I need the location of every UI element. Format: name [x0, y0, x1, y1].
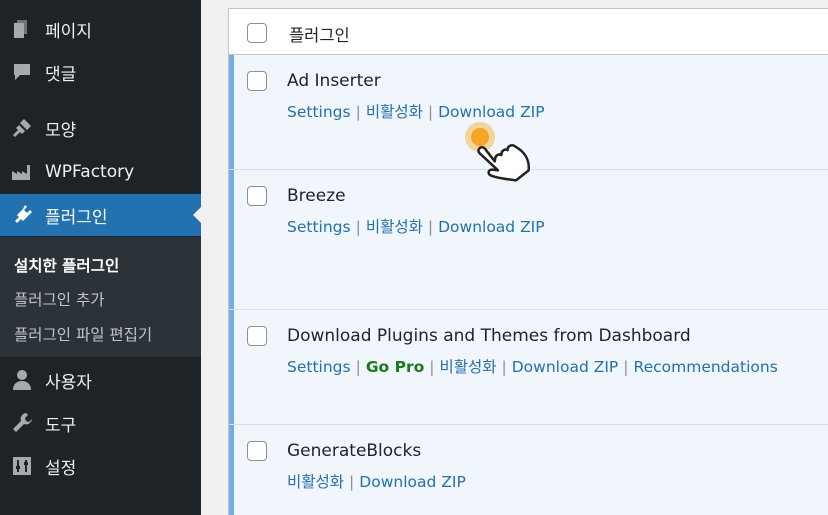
plugins-icon: [10, 203, 34, 227]
row-checkbox[interactable]: [247, 441, 267, 461]
plugin-name: Ad Inserter: [287, 71, 381, 91]
sidebar-item-pages[interactable]: 페이지: [0, 8, 201, 50]
go-pro-link[interactable]: Go Pro: [366, 358, 424, 376]
sidebar-item-tools[interactable]: 도구: [0, 402, 201, 444]
appearance-icon: [10, 116, 34, 140]
sidebar-item-label: 댓글: [45, 64, 77, 85]
sidebar-item-label: 사용자: [45, 372, 92, 393]
sidebar-item-label: 플러그인: [45, 207, 108, 228]
hand-cursor-icon: [477, 144, 531, 182]
sidebar-item-label: 도구: [45, 415, 77, 436]
row-checkbox[interactable]: [247, 186, 267, 206]
table-row: GenerateBlocks 비활성화 | Download ZIP: [229, 425, 828, 515]
submenu-add-plugin[interactable]: 플러그인 추가: [14, 288, 105, 310]
sidebar-item-wpfactory[interactable]: WPFactory: [0, 151, 201, 193]
submenu-plugin-file-editor[interactable]: 플러그인 파일 편집기: [14, 323, 152, 345]
download-zip-link[interactable]: Download ZIP: [438, 218, 545, 236]
download-zip-link[interactable]: Download ZIP: [438, 103, 545, 121]
settings-link[interactable]: Settings: [287, 358, 351, 376]
row-actions: Settings | 비활성화 | Download ZIP: [287, 103, 545, 121]
settings-link[interactable]: Settings: [287, 103, 351, 121]
submenu-installed-plugins[interactable]: 설치한 플러그인: [14, 254, 119, 276]
sidebar-item-label: WPFactory: [45, 162, 135, 182]
main-content: 플러그인 Ad Inserter Settings | 비활성화 | Download …: [201, 0, 828, 515]
deactivate-link[interactable]: 비활성화: [366, 218, 423, 236]
sidebar-item-label: 페이지: [45, 21, 92, 42]
sidebar-item-settings[interactable]: 설정: [0, 445, 201, 487]
admin-sidebar: 페이지 댓글 모양 WPFactory 플러그인 설치한 플러그인 플러그인 추…: [0, 0, 201, 515]
plugin-name: Breeze: [287, 186, 346, 206]
settings-link[interactable]: Settings: [287, 218, 351, 236]
column-header-plugin: 플러그인: [289, 26, 350, 45]
deactivate-link[interactable]: 비활성화: [366, 103, 423, 121]
row-actions: Settings | Go Pro | 비활성화 | Download ZIP | Recomm…: [287, 358, 778, 376]
row-checkbox[interactable]: [247, 326, 267, 346]
sidebar-item-appearance[interactable]: 모양: [0, 107, 201, 149]
sidebar-item-users[interactable]: 사용자: [0, 359, 201, 401]
sidebar-item-plugins[interactable]: 플러그인: [0, 194, 201, 236]
row-actions: Settings | 비활성화 | Download ZIP: [287, 218, 545, 236]
sidebar-item-comments[interactable]: 댓글: [0, 51, 201, 93]
download-zip-link[interactable]: Download ZIP: [359, 473, 466, 491]
download-zip-link[interactable]: Download ZIP: [512, 358, 619, 376]
row-actions: 비활성화 | Download ZIP: [287, 473, 466, 491]
table-header: 플러그인: [229, 9, 828, 55]
sidebar-item-label: 모양: [45, 120, 77, 141]
factory-icon: [10, 160, 34, 184]
deactivate-link[interactable]: 비활성화: [287, 473, 344, 491]
plugin-name: Download Plugins and Themes from Dashboa…: [287, 326, 691, 346]
row-checkbox[interactable]: [247, 71, 267, 91]
settings-icon: [10, 454, 34, 478]
table-row: Download Plugins and Themes from Dashboa…: [229, 310, 828, 425]
plugins-submenu: 설치한 플러그인 플러그인 추가 플러그인 파일 편집기: [0, 237, 201, 357]
plugins-table: 플러그인 Ad Inserter Settings | 비활성화 | Download …: [228, 8, 828, 515]
comments-icon: [10, 60, 34, 84]
recommendations-link[interactable]: Recommendations: [634, 358, 778, 376]
users-icon: [10, 368, 34, 392]
deactivate-link[interactable]: 비활성화: [439, 358, 496, 376]
pages-icon: [10, 17, 34, 41]
select-all-checkbox[interactable]: [247, 23, 267, 43]
sidebar-item-label: 설정: [45, 458, 77, 479]
plugin-name: GenerateBlocks: [287, 441, 422, 461]
tools-icon: [10, 411, 34, 435]
